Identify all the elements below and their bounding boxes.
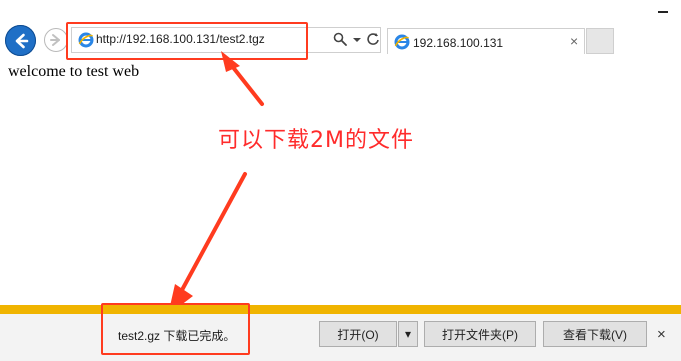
new-tab-button[interactable] — [586, 28, 614, 54]
open-dropdown-button[interactable]: ▾ — [398, 321, 418, 347]
forward-button[interactable] — [44, 28, 68, 52]
download-highlight-box — [101, 303, 250, 355]
open-button[interactable]: 打开(O) — [319, 321, 397, 347]
download-bar-close-icon[interactable]: × — [657, 326, 666, 343]
minimize-icon[interactable] — [658, 11, 668, 13]
back-button[interactable] — [5, 25, 36, 56]
window-top-strip — [0, 0, 681, 22]
forward-arrow-icon — [50, 34, 60, 46]
close-icon[interactable]: × — [570, 33, 578, 49]
annotation-label: 可以下载2M的文件 — [218, 128, 414, 153]
url-highlight-box — [66, 22, 308, 60]
refresh-icon[interactable] — [366, 31, 380, 45]
page-content-text: welcome to test web — [8, 63, 140, 80]
search-icon[interactable] — [333, 32, 347, 46]
right-edge — [676, 55, 681, 305]
chevron-down-icon[interactable] — [352, 37, 362, 43]
open-folder-button[interactable]: 打开文件夹(P) — [424, 321, 536, 347]
view-downloads-button[interactable]: 查看下载(V) — [543, 321, 647, 347]
tab-title[interactable]: 192.168.100.131 — [413, 36, 503, 50]
ie-logo-icon — [394, 34, 410, 50]
back-arrow-icon — [15, 33, 28, 48]
